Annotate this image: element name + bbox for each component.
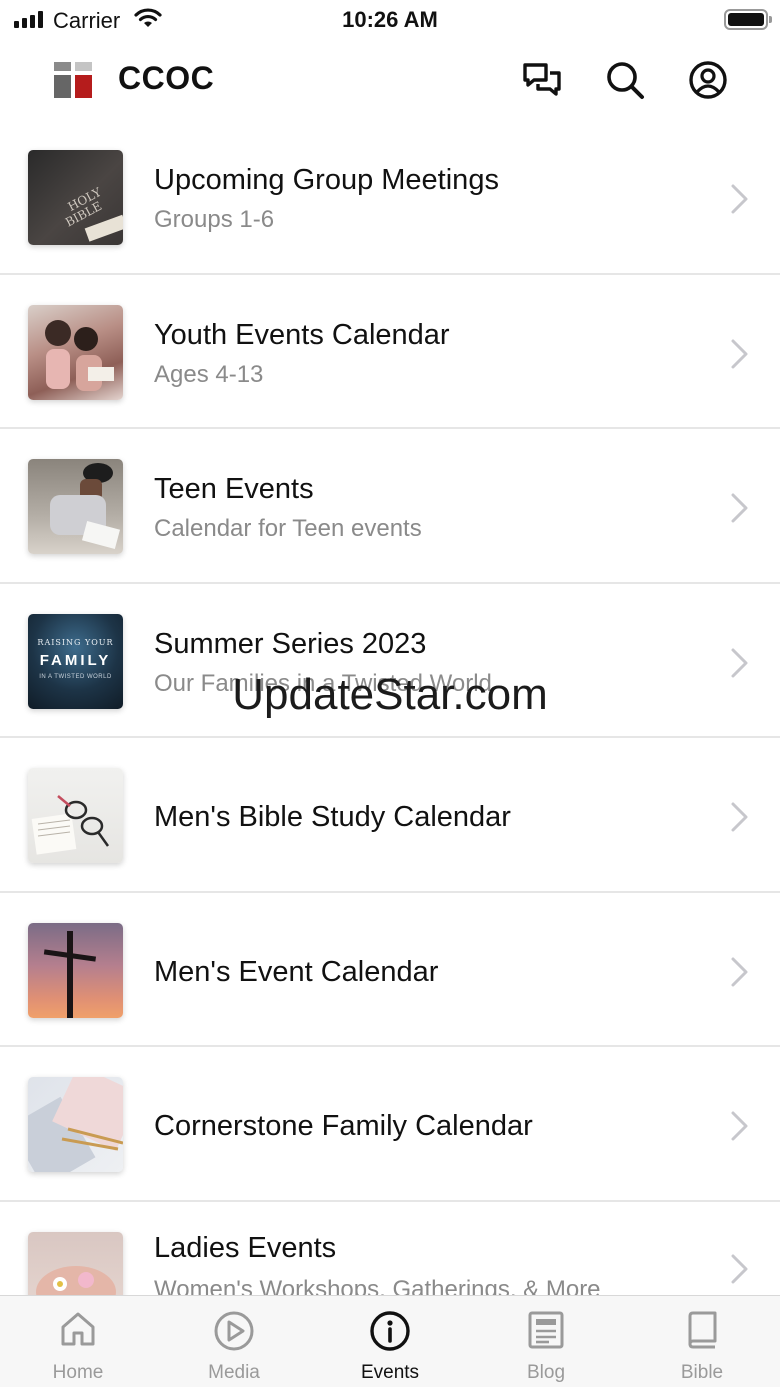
list-item[interactable]: RAISING YOUR FAMILY IN A TWISTED WORLD S… bbox=[0, 584, 780, 738]
item-title: Men's Event Calendar bbox=[154, 955, 439, 988]
bible-glasses-thumbnail bbox=[28, 768, 123, 863]
search-button[interactable] bbox=[603, 58, 647, 102]
thumbnail-text-3: IN A TWISTED WORLD bbox=[39, 673, 112, 680]
tab-media[interactable]: Media bbox=[156, 1296, 312, 1387]
account-button[interactable] bbox=[686, 58, 730, 102]
thumbnail-text-1: RAISING YOUR bbox=[37, 637, 114, 647]
item-subtitle: Groups 1-6 bbox=[154, 206, 275, 233]
chat-icon bbox=[523, 63, 561, 96]
chevron-right-icon bbox=[731, 493, 748, 523]
teen-writing-thumbnail bbox=[28, 459, 123, 554]
tab-label: Bible bbox=[680, 1362, 724, 1383]
item-title: Youth Events Calendar bbox=[154, 318, 450, 351]
item-subtitle: Calendar for Teen events bbox=[154, 515, 422, 542]
tab-label: Events bbox=[360, 1362, 420, 1383]
item-title: Upcoming Group Meetings bbox=[154, 164, 499, 196]
app-title: CCOC bbox=[118, 60, 215, 96]
list-item[interactable]: Cornerstone Family Calendar bbox=[0, 1047, 780, 1202]
thumbnail-text-2: FAMILY bbox=[39, 651, 112, 669]
chevron-right-icon bbox=[731, 339, 748, 368]
account-icon bbox=[689, 61, 727, 99]
list-item[interactable]: HOLY BIBLE Upcoming Group Meetings Group… bbox=[0, 120, 780, 275]
chevron-right-icon bbox=[731, 648, 748, 677]
chevron-right-icon bbox=[731, 1254, 748, 1283]
item-title: Cornerstone Family Calendar bbox=[154, 1110, 533, 1142]
play-icon bbox=[214, 1311, 254, 1351]
app-logo bbox=[54, 62, 92, 98]
tab-label: Blog bbox=[526, 1362, 566, 1383]
tab-bible[interactable]: Bible bbox=[624, 1296, 780, 1387]
item-title: Men's Bible Study Calendar bbox=[154, 801, 511, 833]
holy-bible-thumbnail: HOLY BIBLE bbox=[28, 150, 123, 245]
item-subtitle: Our Families in a Twisted World bbox=[154, 669, 492, 697]
raising-your-family-thumbnail: RAISING YOUR FAMILY IN A TWISTED WORLD bbox=[28, 613, 123, 709]
book-icon bbox=[688, 1311, 717, 1349]
battery-icon bbox=[724, 9, 772, 30]
tab-label: Media bbox=[208, 1362, 260, 1383]
notebook-pencil-thumbnail bbox=[28, 1077, 123, 1172]
info-icon bbox=[370, 1311, 410, 1351]
tab-label: Home bbox=[52, 1362, 104, 1383]
children-reading-thumbnail bbox=[28, 304, 123, 400]
chat-button[interactable] bbox=[520, 58, 564, 102]
item-title: Teen Events bbox=[154, 473, 314, 505]
status-bar: Carrier 10:26 AM bbox=[0, 0, 780, 40]
app-header: CCOC bbox=[0, 40, 780, 124]
home-icon bbox=[61, 1312, 95, 1346]
chevron-right-icon bbox=[731, 802, 748, 832]
list-item[interactable]: Teen Events Calendar for Teen events bbox=[0, 429, 780, 584]
chevron-right-icon bbox=[731, 957, 748, 986]
search-icon bbox=[607, 62, 644, 99]
list-item[interactable]: Men's Bible Study Calendar bbox=[0, 738, 780, 893]
chevron-right-icon bbox=[731, 184, 748, 214]
item-title: Summer Series 2023 bbox=[154, 627, 427, 660]
item-subtitle: Ages 4-13 bbox=[154, 360, 264, 388]
blog-icon bbox=[528, 1311, 564, 1349]
events-list: HOLY BIBLE Upcoming Group Meetings Group… bbox=[0, 120, 780, 1356]
item-title: Ladies Events bbox=[154, 1231, 337, 1264]
list-item[interactable]: Men's Event Calendar bbox=[0, 893, 780, 1047]
cross-sunset-thumbnail bbox=[28, 922, 123, 1018]
tab-home[interactable]: Home bbox=[0, 1296, 156, 1387]
status-time: 10:26 AM bbox=[342, 7, 438, 32]
tab-bar: Home Media Events Blog Bible bbox=[0, 1295, 780, 1387]
tab-blog[interactable]: Blog bbox=[468, 1296, 624, 1387]
list-item[interactable]: Youth Events Calendar Ages 4-13 bbox=[0, 275, 780, 429]
chevron-right-icon bbox=[731, 1111, 748, 1141]
tab-events[interactable]: Events bbox=[312, 1296, 468, 1387]
